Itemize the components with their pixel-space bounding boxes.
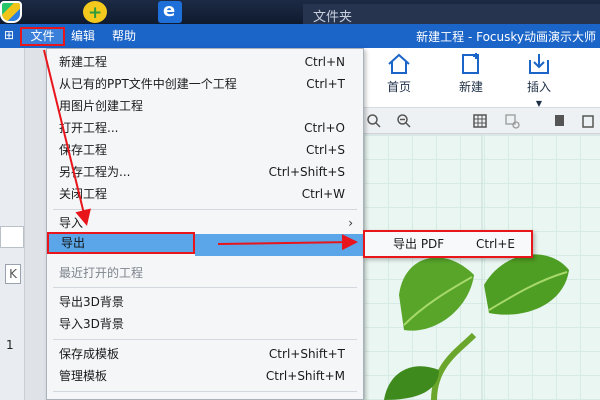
export-submenu: 导出 PDF Ctrl+E [363, 230, 533, 258]
menu-item-recent-projects: 最近打开的工程 [47, 262, 363, 284]
new-label: 新建 [458, 80, 483, 94]
menu-item-label: 导出3D背景 [59, 295, 124, 309]
zoom-out-icon[interactable] [396, 113, 412, 129]
panel-box[interactable] [0, 226, 24, 248]
window-title: 新建工程 - Focusky动画演示大师 [416, 30, 596, 44]
menu-item-new-project[interactable]: 新建工程 Ctrl+N [47, 51, 363, 73]
security-shield-icon[interactable] [0, 1, 22, 23]
menu-separator [53, 287, 357, 288]
home-label: 首页 [386, 80, 411, 94]
left-panel: K 1 [0, 48, 25, 400]
insert-button[interactable]: 插入 ▼ [514, 52, 564, 109]
menu-item-export-pdf[interactable]: 导出 PDF Ctrl+E [365, 232, 531, 256]
plant-illustration [384, 135, 569, 400]
nav-first-button[interactable]: K [5, 264, 21, 284]
menu-separator [53, 209, 357, 210]
app-360-icon[interactable]: + [83, 1, 107, 23]
menu-item-export[interactable]: 导出 [47, 232, 195, 254]
menu-item-shortcut: Ctrl+Shift+M [265, 369, 345, 383]
chevron-right-icon: › [348, 216, 353, 230]
grid-settings-icon[interactable] [504, 113, 520, 129]
menu-edit[interactable]: 编辑 [66, 27, 100, 46]
grid-icon[interactable] [472, 113, 488, 129]
insert-icon [529, 54, 549, 74]
menu-item-save-as[interactable]: 另存工程为... Ctrl+Shift+S [47, 161, 363, 183]
menu-help[interactable]: 帮助 [107, 27, 141, 46]
menu-item-shortcut: Ctrl+Shift+S [268, 165, 345, 179]
ribbon-toolbar: 首页 新建 插入 ▼ [364, 48, 600, 108]
menu-item-label: 导出 [61, 236, 86, 250]
menu-file[interactable]: 文件 [20, 27, 65, 46]
menu-item-shortcut: Ctrl+W [301, 187, 345, 201]
paste-icon[interactable] [580, 113, 596, 129]
insert-label: 插入 [526, 80, 551, 94]
menu-item-label: 保存工程 [59, 143, 108, 157]
menu-item-shortcut: Ctrl+N [304, 55, 345, 69]
menu-item-label: 管理模板 [59, 369, 108, 383]
menu-item-label: 另存工程为... [59, 165, 131, 179]
menu-item-label: 最近打开的工程 [59, 266, 144, 280]
home-button[interactable]: 首页 [374, 52, 424, 95]
menu-item-label: 打开工程... [59, 121, 119, 135]
view-toolbar [364, 108, 600, 134]
menu-item-shortcut: Ctrl+T [306, 77, 345, 91]
menu-separator [53, 391, 357, 392]
copy-icon[interactable] [552, 113, 568, 129]
menu-item-label: 导出 PDF [393, 237, 445, 251]
file-menu-dropdown: 新建工程 Ctrl+N 从已有的PPT文件中创建一个工程 Ctrl+T 用图片创建工… [46, 48, 364, 400]
canvas-area[interactable] [364, 135, 600, 400]
menu-item-manage-templates[interactable]: 管理模板 Ctrl+Shift+M [47, 365, 363, 387]
title-bar: ⊞ 文件 编辑 帮助 新建工程 - Focusky动画演示大师 [0, 24, 600, 48]
menu-item-label: 从已有的PPT文件中创建一个工程 [59, 77, 237, 91]
menu-item-open-project[interactable]: 打开工程... Ctrl+O [47, 117, 363, 139]
menu-separator [53, 339, 357, 340]
menu-item-label: 导入 [59, 216, 84, 230]
slide-number: 1 [6, 338, 14, 352]
menu-item-import[interactable]: 导入 › [47, 212, 363, 234]
chevron-down-icon: ▼ [535, 99, 543, 108]
menu-item-export-3d-background[interactable]: 导出3D背景 [47, 291, 363, 313]
menu-item-shortcut: Ctrl+E [476, 237, 515, 251]
new-button[interactable]: 新建 [446, 52, 496, 95]
folder-window-tab[interactable]: 文件夹 [303, 4, 600, 25]
menu-item-label: 导入3D背景 [59, 317, 124, 331]
menu-item-export-highlight[interactable] [195, 234, 363, 256]
menu-item-create-from-ppt[interactable]: 从已有的PPT文件中创建一个工程 Ctrl+T [47, 73, 363, 95]
menu-item-import-3d-background[interactable]: 导入3D背景 [47, 313, 363, 335]
home-icon [388, 53, 410, 74]
menu-item-save-as-template[interactable]: 保存成模板 Ctrl+Shift+T [47, 343, 363, 365]
menu-item-label: 关闭工程 [59, 187, 108, 201]
menu-item-shortcut: Ctrl+O [304, 121, 345, 135]
new-file-icon [462, 53, 479, 74]
zoom-in-icon[interactable] [366, 113, 382, 129]
menu-item-label: 用图片创建工程 [59, 99, 144, 113]
menu-item-close-project[interactable]: 关闭工程 Ctrl+W [47, 183, 363, 205]
menu-item-label: 新建工程 [59, 55, 108, 69]
app-icon: ⊞ [4, 28, 15, 42]
menu-item-label: 保存成模板 [59, 347, 120, 361]
taskbar: + e 文件夹 [0, 0, 600, 25]
menu-item-create-from-images[interactable]: 用图片创建工程 [47, 95, 363, 117]
browser-edge-icon[interactable]: e [158, 0, 182, 23]
menu-item-shortcut: Ctrl+S [305, 143, 345, 157]
menu-item-shortcut: Ctrl+Shift+T [268, 347, 345, 361]
menu-item-save-project[interactable]: 保存工程 Ctrl+S [47, 139, 363, 161]
